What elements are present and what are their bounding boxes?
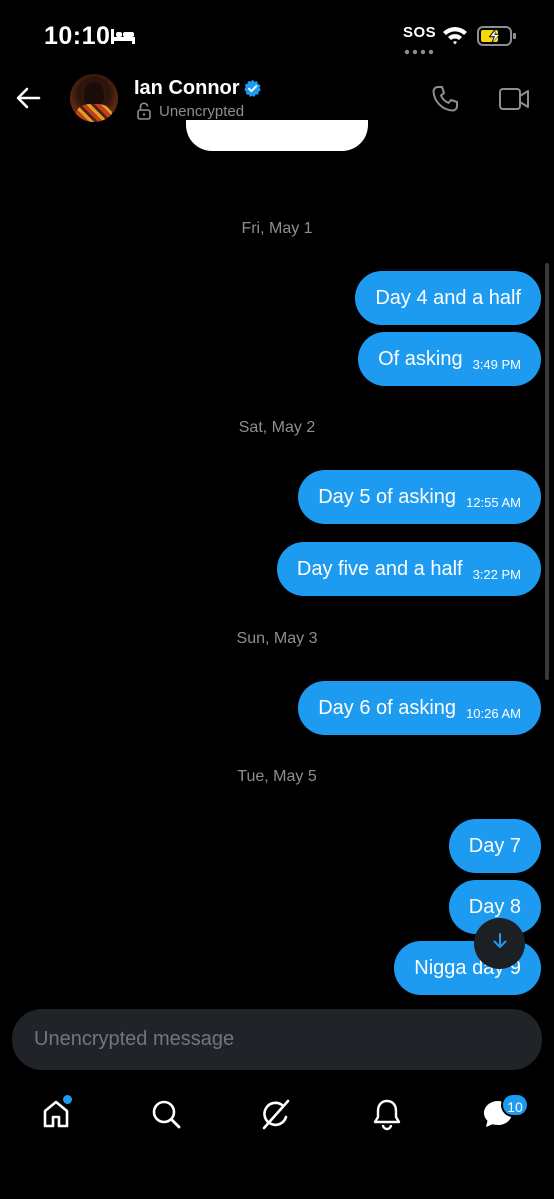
message-text: Of asking — [378, 347, 463, 370]
messages-badge: 10 — [501, 1093, 529, 1117]
bottom-nav: 10 — [0, 1080, 554, 1199]
nav-grok[interactable] — [254, 1094, 298, 1138]
date-separator: Tue, May 5 — [237, 768, 317, 785]
date-separator: Sat, May 2 — [238, 419, 316, 436]
search-icon — [149, 1097, 183, 1136]
wifi-icon — [442, 25, 468, 50]
scroll-to-bottom-button[interactable] — [474, 918, 525, 969]
signal-dots-icon — [404, 42, 434, 60]
message-bubble[interactable]: Day 5 of asking 12:55 AM — [298, 470, 541, 524]
status-time: 10:10 — [44, 22, 111, 50]
status-bar: 10:10 SOS — [0, 0, 554, 70]
message-timestamp: 3:22 PM — [472, 566, 521, 582]
video-icon[interactable] — [498, 86, 530, 117]
contact-name[interactable]: Ian Connor — [134, 77, 240, 100]
arrow-down-icon — [490, 931, 510, 956]
scrollbar[interactable] — [545, 263, 549, 680]
message-bubble[interactable]: Day 7 — [448, 819, 541, 873]
verified-badge-icon — [243, 79, 262, 103]
notifications-icon — [370, 1097, 404, 1136]
date-separator: Sun, May 3 — [236, 630, 318, 647]
message-text: Day five and a half — [296, 557, 463, 580]
message-text: Day 4 and a half — [375, 286, 521, 309]
message-text: Day 8 — [468, 895, 521, 918]
encryption-status: Unencrypted — [159, 103, 245, 120]
message-bubble[interactable]: Day 4 and a half — [355, 271, 541, 325]
message-timestamp: 10:26 AM — [466, 705, 521, 721]
avatar[interactable] — [70, 74, 118, 122]
message-input[interactable] — [34, 1009, 514, 1070]
unlock-icon — [136, 102, 152, 125]
nav-search[interactable] — [144, 1094, 188, 1138]
message-text: Day 7 — [468, 834, 521, 857]
back-arrow-icon[interactable] — [14, 84, 42, 117]
message-bubble[interactable]: Day 6 of asking 10:26 AM — [298, 681, 541, 735]
message-timestamp: 12:55 AM — [466, 494, 521, 510]
message-bubble[interactable]: Day five and a half 3:22 PM — [276, 542, 541, 596]
message-composer — [12, 1009, 542, 1070]
message-timestamp: 3:49 PM — [472, 356, 521, 372]
previous-message-card[interactable] — [186, 120, 368, 151]
message-bubble[interactable]: Of asking 3:49 PM — [358, 332, 541, 386]
bed-icon — [110, 27, 136, 50]
grok-icon — [258, 1096, 294, 1137]
home-notification-dot — [61, 1093, 74, 1106]
phone-icon[interactable] — [430, 84, 460, 119]
sos-indicator: SOS — [403, 24, 437, 41]
battery-charging-icon — [477, 26, 517, 51]
date-separator: Fri, May 1 — [241, 220, 313, 237]
message-text: Day 6 of asking — [318, 696, 457, 719]
message-text: Day 5 of asking — [318, 485, 457, 508]
nav-notifications[interactable] — [365, 1094, 409, 1138]
